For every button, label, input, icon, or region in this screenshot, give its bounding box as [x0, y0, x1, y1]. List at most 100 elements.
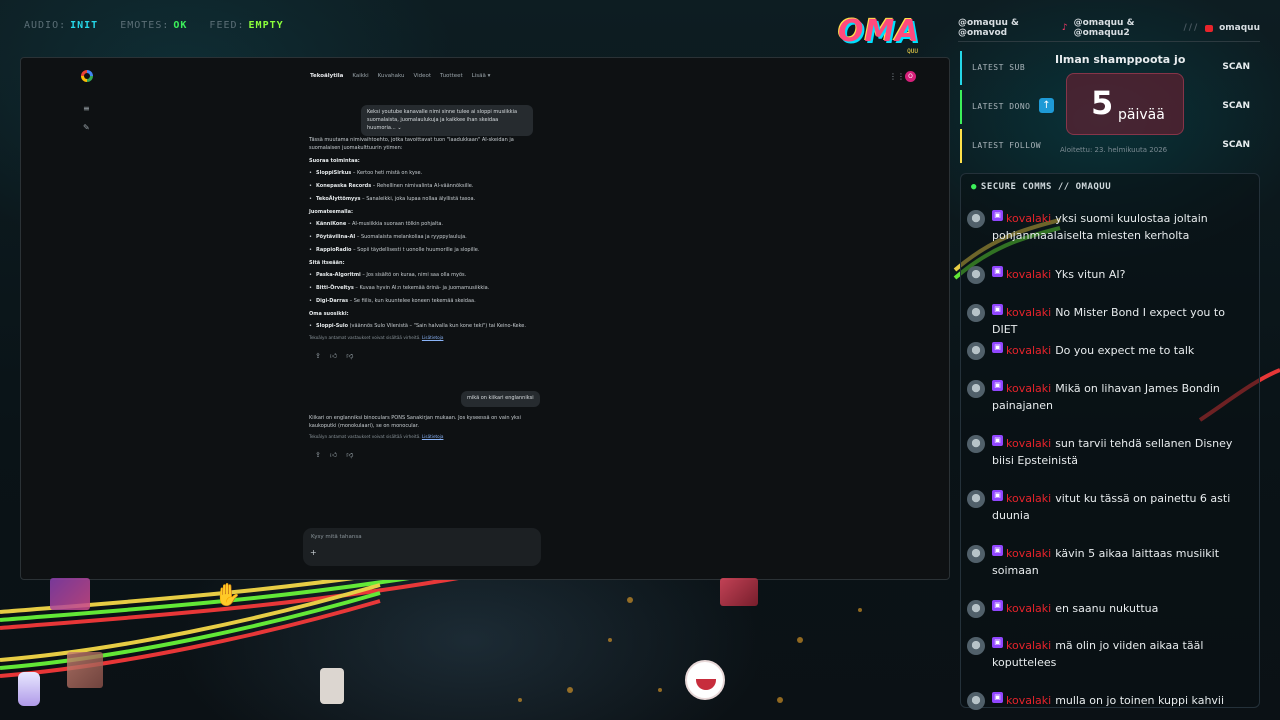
new-chat-icon[interactable]: ✎ — [83, 123, 90, 132]
thumbs-down-icon[interactable]: 👎︎ — [346, 351, 353, 362]
latest-dono-scan: SCAN — [1222, 101, 1250, 111]
chat-username[interactable]: kovalaki — [1006, 306, 1051, 319]
account-avatar[interactable]: O — [905, 71, 916, 82]
user-avatar — [967, 342, 985, 360]
emotes-status: EMOTES: OK — [120, 20, 188, 31]
learn-more-link-2[interactable]: Lisätietoja — [422, 434, 444, 439]
history-icon[interactable]: ≡ — [83, 104, 90, 113]
twitch-badge-icon: ▣ — [992, 490, 1003, 501]
twitch-badge-icon: ▣ — [992, 210, 1003, 221]
chat-username[interactable]: kovalaki — [1006, 437, 1051, 450]
emote-sticker — [67, 652, 103, 688]
user-avatar — [967, 637, 985, 655]
tab-ai-mode[interactable]: Tekoälytila — [310, 73, 343, 79]
latest-sub-value: Ilman shamppoota jo — [1055, 53, 1186, 66]
chat-text: mulla on jo toinen kuppi kahvii — [1055, 694, 1225, 707]
tab-images[interactable]: Kuvahaku — [378, 73, 405, 79]
chat-panel: ● SECURE COMMS // OMAQUU kovalaki yksi suo… — [960, 173, 1260, 710]
twitch-badge-icon: ▣ — [992, 266, 1003, 277]
chat-username[interactable]: kovalaki — [1006, 492, 1051, 505]
user-message: Keksi youtube kanavalle nimi sinne tulee… — [361, 105, 533, 137]
answer-2-text: Kiikari on englanniksi binoculars PONS S… — [309, 415, 521, 429]
user-avatar — [967, 545, 985, 563]
ai-answer-2: Kiikari on englanniksi binoculars PONS S… — [309, 414, 535, 461]
emote-sticker — [50, 578, 90, 610]
arrow-up-icon: ↑ — [1039, 98, 1054, 113]
started-date: Aloitettu: 23. helmikuuta 2026 — [1060, 146, 1168, 154]
user-avatar — [967, 435, 985, 453]
chat-text: Yks vitun AI? — [1055, 268, 1126, 281]
feed-status: FEED: EMPTY — [209, 20, 284, 31]
latest-sub-scan: SCAN — [1222, 62, 1250, 72]
stream-status-bar: AUDIO: INIT EMOTES: OK FEED: EMPTY — [24, 20, 284, 31]
answer-list-item: TekoÄlyttömyys – Sanaleikki, joka lupaa … — [309, 195, 535, 203]
browser-window: Tekoälytila Kaikki Kuvahaku Videot Tuott… — [20, 57, 950, 580]
chat-title: ● SECURE COMMS // OMAQUU — [971, 182, 1112, 192]
answer-list-item: Sloppi-Sulo (väännös Sulo Vilenistä – "S… — [309, 322, 535, 330]
thumbs-up-icon[interactable]: 👍︎ — [330, 450, 337, 461]
twitch-badge-icon: ▣ — [992, 435, 1003, 446]
add-attachment-icon[interactable]: + — [310, 548, 317, 557]
ask-input[interactable]: Kysy mitä tahansa + — [303, 528, 541, 566]
answer-list: KänniKone – AI-musiikkia suoraan tölkin … — [309, 220, 535, 254]
chat-username[interactable]: kovalaki — [1006, 639, 1051, 652]
chat-username[interactable]: kovalaki — [1006, 602, 1051, 615]
chat-username[interactable]: kovalaki — [1006, 694, 1051, 707]
user-message-2: mikä on kiikari englanniksi — [461, 391, 540, 407]
answer-list-item: Digi-Darras – Se fiilis, kun kuuntelee k… — [309, 297, 535, 305]
share-icon[interactable]: ⇪ — [315, 351, 321, 362]
tab-more[interactable]: Lisää ▾ — [472, 73, 491, 79]
live-dot-icon: ● — [971, 182, 977, 192]
youtube-icon — [1205, 24, 1214, 32]
tab-videos[interactable]: Videot — [413, 73, 431, 79]
user-avatar — [967, 490, 985, 508]
social-handles: @omaquu & @omavod ♪ @omaquu & @omaquu2 /… — [958, 15, 1260, 41]
laughing-face-icon — [685, 660, 725, 700]
user-avatar — [967, 266, 985, 284]
answer-list-item: Konepaska Records – Rehellinen nimivalin… — [309, 182, 535, 190]
chat-username[interactable]: kovalaki — [1006, 382, 1051, 395]
answer-group-heading: Suoraa toimintaa: — [309, 158, 360, 164]
apps-grid-icon[interactable]: ⋮⋮ — [889, 72, 905, 81]
answer-list-item: KänniKone – AI-musiikkia suoraan tölkin … — [309, 220, 535, 228]
header-divider — [958, 41, 1260, 42]
tab-products[interactable]: Tuotteet — [440, 73, 463, 79]
google-logo-icon[interactable] — [81, 70, 93, 82]
emote-sticker — [320, 668, 344, 704]
waving-hand-icon: ✋ — [214, 583, 242, 608]
twitch-badge-icon: ▣ — [992, 637, 1003, 648]
search-header: Tekoälytila Kaikki Kuvahaku Videot Tuott… — [21, 58, 949, 96]
twitch-badge-icon: ▣ — [992, 600, 1003, 611]
user-avatar — [967, 304, 985, 322]
answer-2-actions: ⇪ 👍︎ 👎︎ — [315, 450, 535, 461]
user-avatar — [967, 380, 985, 398]
learn-more-link[interactable]: Lisätietoja — [422, 335, 444, 340]
thumbs-down-icon[interactable]: 👎︎ — [346, 450, 353, 461]
thumbs-up-icon[interactable]: 👍︎ — [330, 351, 337, 362]
expand-chevron-icon[interactable]: ⌄ — [397, 125, 401, 131]
twitch-badge-icon: ▣ — [992, 304, 1003, 315]
latest-follow-scan: SCAN — [1222, 140, 1250, 150]
answer-list: Sloppi-Sulo (väännös Sulo Vilenistä – "S… — [309, 322, 535, 330]
chat-username[interactable]: kovalaki — [1006, 212, 1051, 225]
tab-all[interactable]: Kaikki — [352, 73, 368, 79]
chat-username[interactable]: kovalaki — [1006, 547, 1051, 560]
handle-twitch: @omaquu & @omavod — [958, 18, 1019, 38]
chat-username[interactable]: kovalaki — [1006, 268, 1051, 281]
twitch-badge-icon: ▣ — [992, 380, 1003, 391]
day-counter: 5 päivää — [1066, 73, 1184, 135]
answer-groups: Suoraa toimintaa: SloppiSirkus – Kertoo h… — [309, 157, 535, 330]
share-icon[interactable]: ⇪ — [315, 450, 321, 461]
user-avatar — [967, 692, 985, 710]
answer-list-item: RappioRadio – Sopii täydellisesti t uono… — [309, 246, 535, 254]
handle-tiktok: @omaquu & @omaquu2 — [1073, 18, 1135, 38]
answer-intro: Tässä muutama nimivaihtoehto, jotka tavo… — [309, 137, 514, 151]
search-nav-tabs: Tekoälytila Kaikki Kuvahaku Videot Tuott… — [310, 73, 490, 79]
latest-dono-accent — [960, 90, 962, 124]
answer-group-heading: Juomateemalla: — [309, 209, 353, 215]
chat-username[interactable]: kovalaki — [1006, 344, 1051, 357]
user-avatar — [967, 210, 985, 228]
answer-actions: ⇪ 👍︎ 👎︎ — [315, 351, 535, 362]
answer-disclaimer: Tekoälyn antamat vastaukset voivat sisäl… — [309, 335, 444, 340]
latest-follow-accent — [960, 129, 962, 163]
